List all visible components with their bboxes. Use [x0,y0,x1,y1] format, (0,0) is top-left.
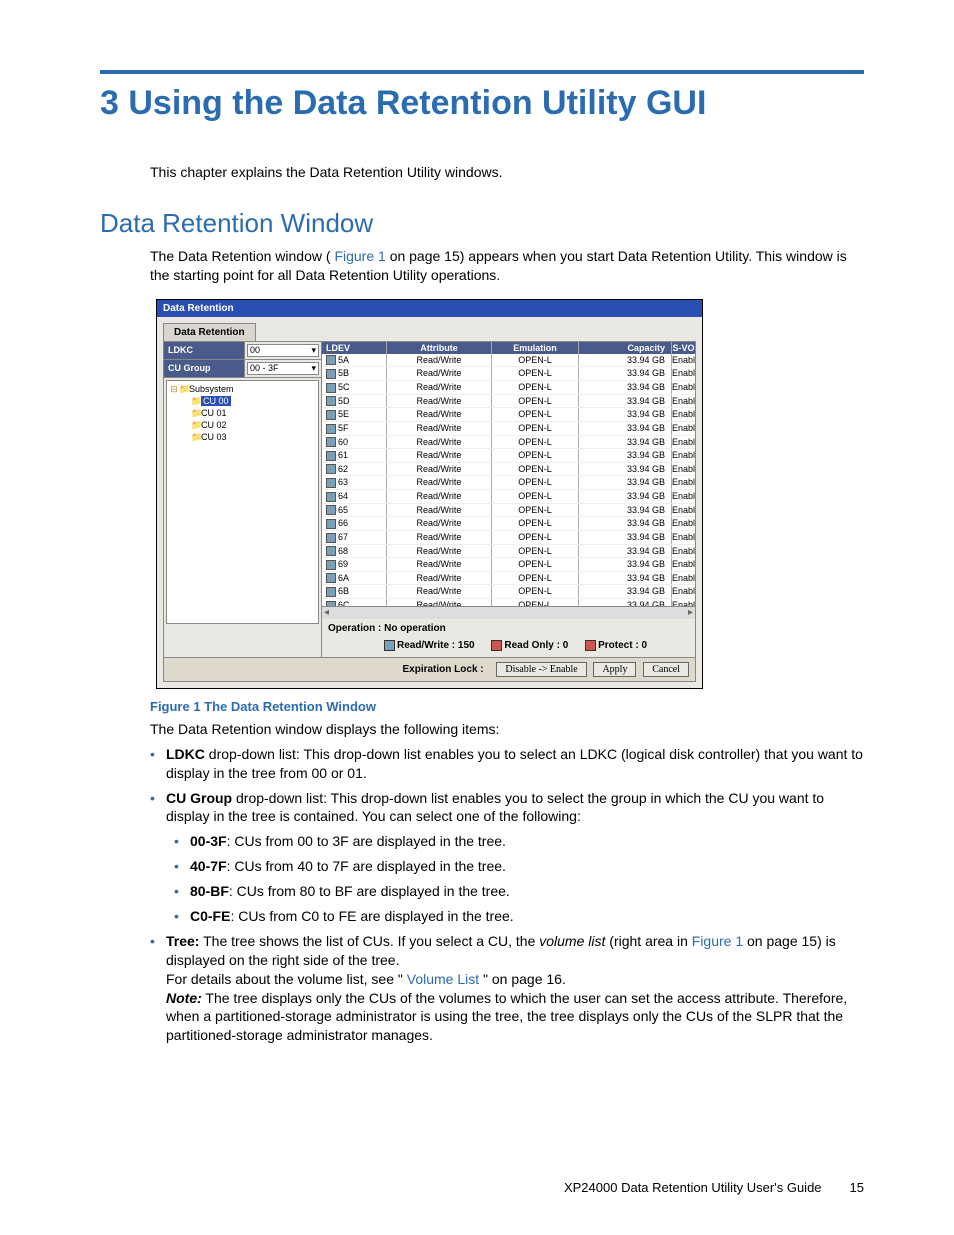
disk-icon [326,533,336,543]
table-row[interactable]: 6ARead/WriteOPEN-L33.94 GBEnabl [322,572,695,586]
section-intro: The Data Retention window ( Figure 1 on … [150,247,864,285]
table-row[interactable]: 66Read/WriteOPEN-L33.94 GBEnabl [322,517,695,531]
disk-icon [326,464,336,474]
figure-link-2[interactable]: Figure 1 [692,933,743,949]
table-header: LDEV Attribute Emulation Capacity S-VO [322,342,695,354]
table-row[interactable]: 5CRead/WriteOPEN-L33.94 GBEnabl [322,381,695,395]
page-footer: XP24000 Data Retention Utility User's Gu… [564,1180,864,1195]
expiration-toggle-button[interactable]: Disable -> Enable [496,662,586,677]
cugroup-label: CU Group [164,360,245,377]
disk-icon [326,587,336,597]
disk-icon [326,519,336,529]
bullet-range-00: 00-3F: CUs from 00 to 3F are displayed i… [174,832,864,851]
bullet-range-80: 80-BF: CUs from 80 to BF are displayed i… [174,882,864,901]
bullet-range-40: 40-7F: CUs from 40 to 7F are displayed i… [174,857,864,876]
table-row[interactable]: 64Read/WriteOPEN-L33.94 GBEnabl [322,490,695,504]
disk-icon [326,410,336,420]
disk-icon [326,546,336,556]
ldkc-label: LDKC [164,342,245,359]
table-row[interactable]: 5DRead/WriteOPEN-L33.94 GBEnabl [322,395,695,409]
table-row[interactable]: 5ARead/WriteOPEN-L33.94 GBEnabl [322,354,695,368]
table-row[interactable]: 65Read/WriteOPEN-L33.94 GBEnabl [322,504,695,518]
volume-list-link[interactable]: Volume List [407,971,479,987]
bullet-tree: Tree: The tree shows the list of CUs. If… [150,932,864,1045]
disk-icon [326,560,336,570]
table-row[interactable]: 5BRead/WriteOPEN-L33.94 GBEnabl [322,367,695,381]
expiration-lock-label: Expiration Lock : [402,664,483,675]
disk-icon [326,573,336,583]
apply-button[interactable]: Apply [593,662,636,677]
legend: Read/Write : 150 Read Only : 0 Protect :… [322,638,695,657]
chapter-title: 3 Using the Data Retention Utility GUI [100,84,864,123]
disk-icon [326,369,336,379]
cancel-button[interactable]: Cancel [643,662,689,677]
disk-icon [326,478,336,488]
table-body[interactable]: 5ARead/WriteOPEN-L33.94 GBEnabl5BRead/Wr… [322,354,695,606]
top-rule [100,70,864,74]
bullet-ldkc: LDKC drop-down list: This drop-down list… [150,745,864,783]
table-row[interactable]: 5FRead/WriteOPEN-L33.94 GBEnabl [322,422,695,436]
horizontal-scrollbar[interactable]: ◂▸ [322,606,695,619]
table-row[interactable]: 67Read/WriteOPEN-L33.94 GBEnabl [322,531,695,545]
disk-icon [326,396,336,406]
cugroup-dropdown[interactable]: 00 - 3F ▾ [247,362,319,375]
disk-icon [326,383,336,393]
disk-icon [326,505,336,515]
chevron-down-icon: ▾ [311,345,316,356]
tab-data-retention[interactable]: Data Retention [163,323,256,341]
disk-icon [326,492,336,502]
disk-icon [326,424,336,434]
section-title: Data Retention Window [100,208,864,239]
table-row[interactable]: 5ERead/WriteOPEN-L33.94 GBEnabl [322,408,695,422]
table-row[interactable]: 69Read/WriteOPEN-L33.94 GBEnabl [322,558,695,572]
disk-icon [326,451,336,461]
intro-paragraph: This chapter explains the Data Retention… [150,163,864,182]
bullet-range-c0: C0-FE: CUs from C0 to FE are displayed i… [174,907,864,926]
table-row[interactable]: 6CRead/WriteOPEN-L33.94 GBEnabl [322,599,695,606]
table-row[interactable]: 63Read/WriteOPEN-L33.94 GBEnabl [322,476,695,490]
figure-caption: Figure 1 The Data Retention Window [150,699,864,714]
cu-tree[interactable]: ⊟📁Subsystem 📁CU 00 📁CU 01 📁CU 02 📁CU 03 [166,380,319,624]
app-window: Data Retention Data Retention LDKC 00 ▾ … [156,299,703,689]
disk-icon [326,355,336,365]
button-bar: Expiration Lock : Disable -> Enable Appl… [164,657,695,681]
operation-status: Operation : No operation [322,619,695,638]
table-row[interactable]: 60Read/WriteOPEN-L33.94 GBEnabl [322,436,695,450]
table-row[interactable]: 62Read/WriteOPEN-L33.94 GBEnabl [322,463,695,477]
window-title: Data Retention [157,300,702,317]
figure-link[interactable]: Figure 1 [334,248,385,264]
bullet-cugroup: CU Group drop-down list: This drop-down … [150,789,864,827]
items-intro: The Data Retention window displays the f… [150,720,864,739]
disk-icon [326,437,336,447]
ldkc-dropdown[interactable]: 00 ▾ [247,344,319,357]
table-row[interactable]: 6BRead/WriteOPEN-L33.94 GBEnabl [322,585,695,599]
disk-icon [326,601,336,606]
chevron-down-icon: ▾ [311,363,316,374]
table-row[interactable]: 68Read/WriteOPEN-L33.94 GBEnabl [322,545,695,559]
table-row[interactable]: 61Read/WriteOPEN-L33.94 GBEnabl [322,449,695,463]
